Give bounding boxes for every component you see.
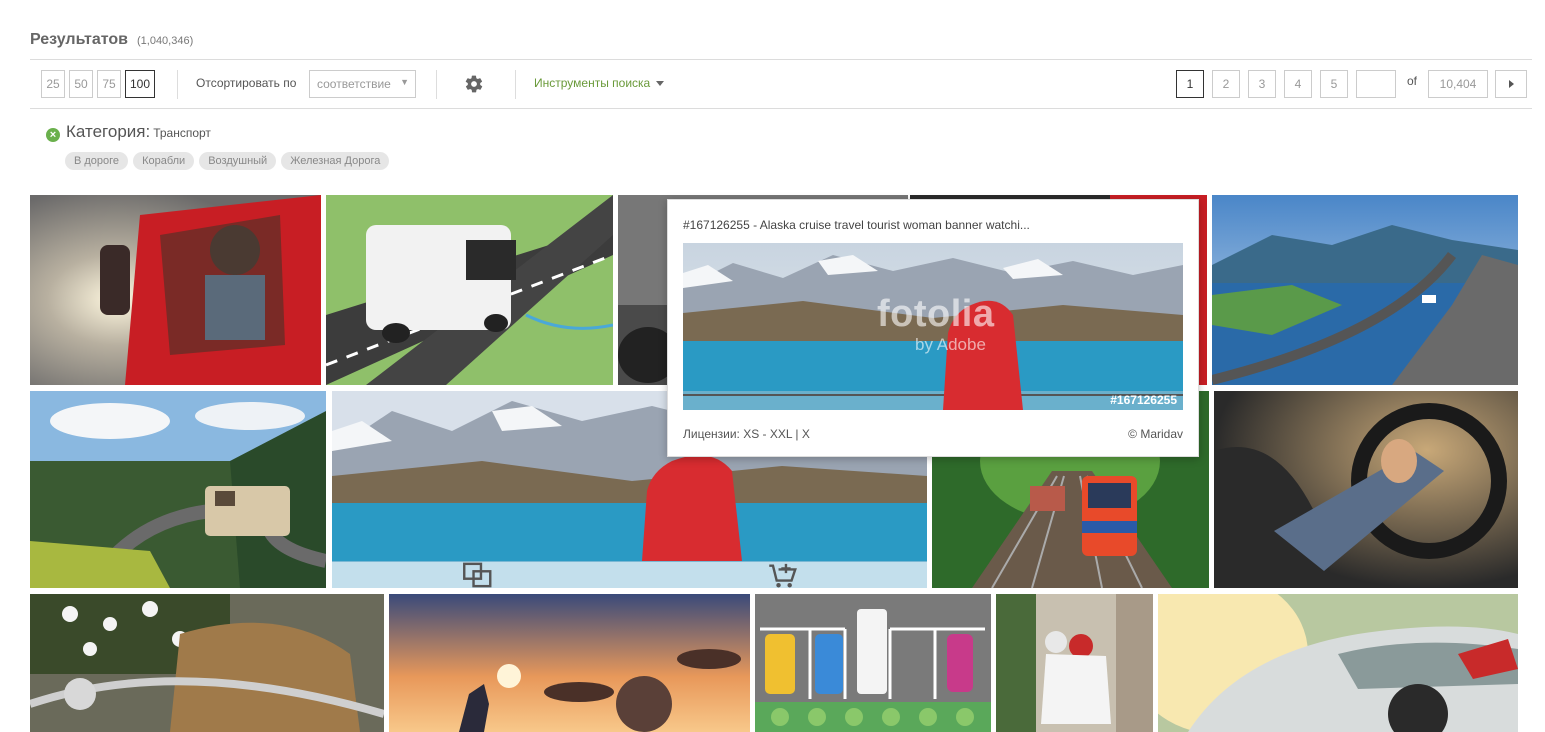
page-5-button[interactable]: 5 xyxy=(1319,70,1348,98)
watermark-text: fotolia xyxy=(877,293,995,335)
preview-licenses: Лицензии: XS - XXL | X xyxy=(683,427,810,441)
next-page-icon xyxy=(1508,80,1514,88)
subcategory-chip[interactable]: Корабли xyxy=(133,152,195,170)
result-thumbnail-car-wash[interactable] xyxy=(1158,594,1518,732)
divider xyxy=(436,70,437,99)
gear-icon[interactable] xyxy=(464,74,484,94)
add-to-cart-icon[interactable] xyxy=(637,562,928,588)
select-arrow-icon: ▼ xyxy=(400,77,409,87)
preview-image-id: #167126255 xyxy=(1110,393,1177,407)
search-toolbar: 25 50 75 100 Отсортировать по соответств… xyxy=(30,59,1532,109)
thumbnail-action-bar xyxy=(332,562,927,588)
pagination: 1 2 3 4 5 of 10,404 xyxy=(1168,70,1527,98)
results-title: Результатов xyxy=(30,31,128,48)
subcategory-list: В дороге Корабли Воздушный Железная Доро… xyxy=(65,152,394,170)
subcategory-chip[interactable]: В дороге xyxy=(65,152,129,170)
image-preview-popup: #167126255 - Alaska cruise travel touris… xyxy=(667,199,1199,457)
category-value: Транспорт xyxy=(153,126,211,140)
result-thumbnail-ocean-road[interactable] xyxy=(1212,195,1518,385)
preview-author: © Maridav xyxy=(1128,427,1183,441)
total-pages-button[interactable]: 10,404 xyxy=(1428,70,1488,98)
per-page-75-button[interactable]: 75 xyxy=(97,70,121,98)
page-number-input[interactable] xyxy=(1355,70,1396,98)
page-4-button[interactable]: 4 xyxy=(1283,70,1312,98)
preview-image[interactable]: fotolia by Adobe #167126255 xyxy=(683,243,1183,410)
result-thumbnail-parking-illustration[interactable] xyxy=(755,594,991,732)
caret-down-icon xyxy=(656,80,665,86)
remove-filter-icon[interactable]: × xyxy=(46,128,60,142)
result-thumbnail-scooter-couple[interactable] xyxy=(996,594,1153,732)
sort-select[interactable]: соответствие ▼ xyxy=(309,70,416,98)
page-of-label: of xyxy=(1406,74,1417,88)
result-thumbnail-steering-wheel[interactable] xyxy=(1214,391,1518,588)
per-page-100-button[interactable]: 100 xyxy=(125,70,155,98)
per-page-25-button[interactable]: 25 xyxy=(41,70,65,98)
similar-icon[interactable] xyxy=(332,562,623,588)
result-thumbnail-drone-sunset[interactable] xyxy=(389,594,750,732)
result-thumbnail-truck-driver[interactable] xyxy=(30,195,321,385)
divider xyxy=(515,70,516,99)
page-2-button[interactable]: 2 xyxy=(1211,70,1240,98)
results-header: Результатов (1,040,346) xyxy=(30,31,193,49)
search-tools-label: Инструменты поиска xyxy=(534,76,651,90)
result-thumbnail-van-road[interactable] xyxy=(326,195,613,385)
result-thumbnail-bicycle-basket[interactable] xyxy=(30,594,384,732)
per-page-50-button[interactable]: 50 xyxy=(69,70,93,98)
search-tools-dropdown[interactable]: Инструменты поиска xyxy=(534,76,665,90)
divider xyxy=(177,70,178,99)
page-1-button[interactable]: 1 xyxy=(1175,70,1204,98)
category-label: Категория: xyxy=(66,122,151,141)
sort-label: Отсортировать по xyxy=(196,76,297,90)
subcategory-chip[interactable]: Железная Дорога xyxy=(281,152,390,170)
preview-title: #167126255 - Alaska cruise travel touris… xyxy=(683,218,1030,232)
page-3-button[interactable]: 3 xyxy=(1247,70,1276,98)
next-page-button[interactable] xyxy=(1495,70,1527,98)
per-page-selector: 25 50 75 100 xyxy=(41,70,159,98)
sort-select-value: соответствие xyxy=(317,77,391,91)
watermark-subtext: by Adobe xyxy=(915,335,986,354)
result-thumbnail-rv-mountain[interactable] xyxy=(30,391,326,588)
subcategory-chip[interactable]: Воздушный xyxy=(199,152,277,170)
category-filter: × Категория: Транспорт xyxy=(46,122,211,142)
results-count: (1,040,346) xyxy=(136,35,194,47)
